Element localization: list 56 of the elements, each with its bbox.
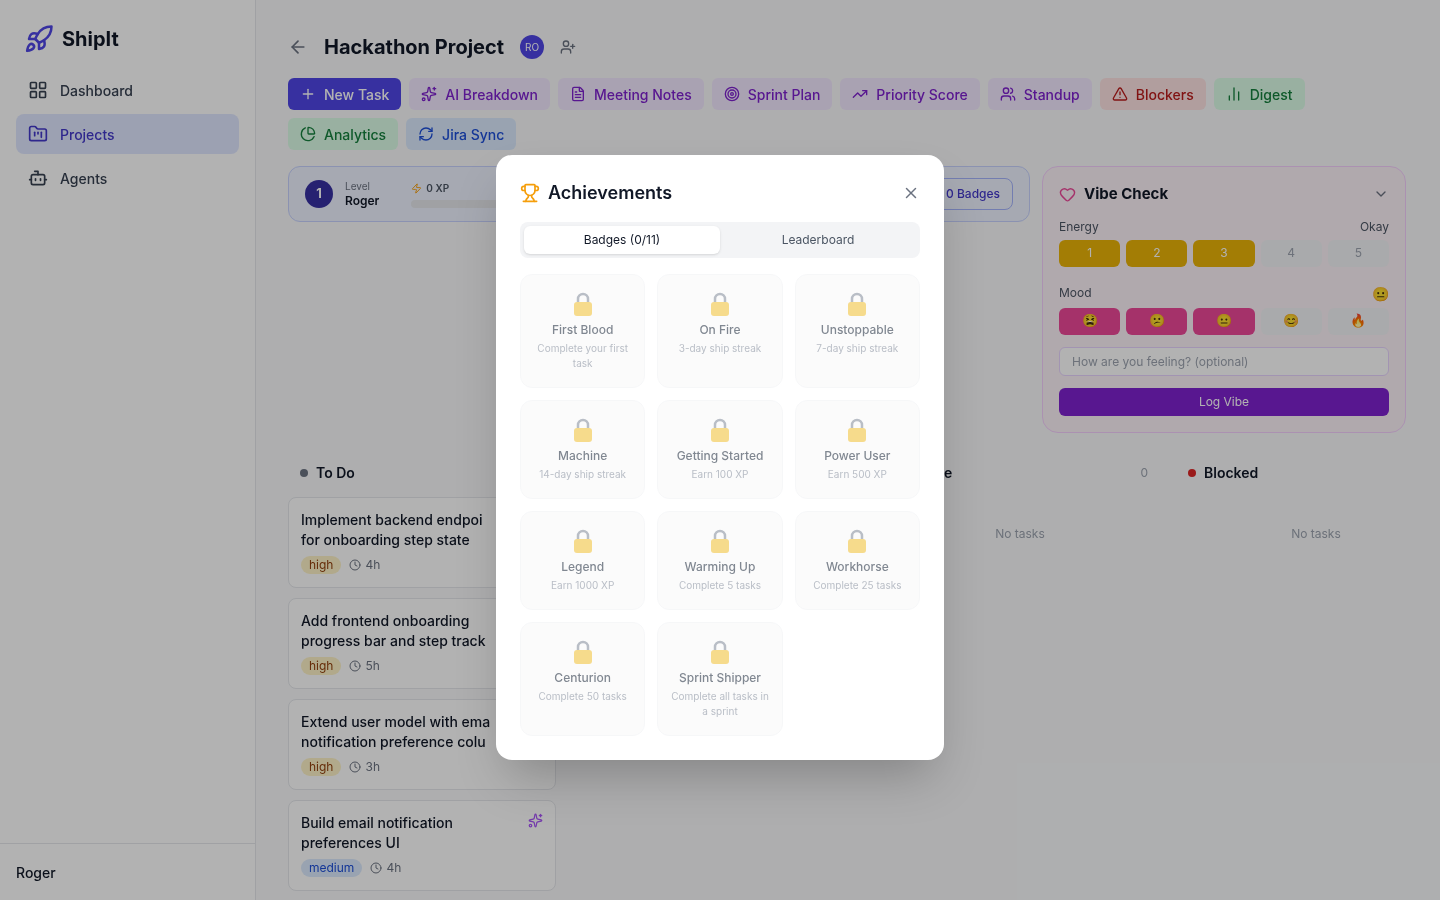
card-title: Vibe Check xyxy=(1084,183,1169,205)
empty-message: No tasks xyxy=(994,524,1046,543)
priority-tag: high xyxy=(301,555,342,574)
badge-name: Legend xyxy=(561,558,605,576)
estimate: 5h xyxy=(365,656,380,675)
badge-name: Power User xyxy=(824,447,891,465)
priority-tag: medium xyxy=(301,858,363,877)
badge-description: Complete your first task xyxy=(536,341,629,371)
badge-description: Complete 5 tasks xyxy=(678,578,762,593)
badge-name: Warming Up xyxy=(684,558,756,576)
mood-reading: 😐 xyxy=(1372,283,1389,304)
column-title: e xyxy=(944,463,953,483)
badge-name: Sprint Shipper xyxy=(679,669,761,687)
priority-tag: high xyxy=(301,656,342,675)
energy-reading: Okay xyxy=(1359,217,1389,236)
badge-description: 14-day ship streak xyxy=(539,467,627,482)
user-avatar: RO xyxy=(520,35,545,59)
badge-description: Earn 100 XP xyxy=(691,467,749,482)
empty-message: No tasks xyxy=(1290,524,1342,543)
page-title: Hackathon Project xyxy=(324,34,505,61)
energy-label: Energy xyxy=(1059,217,1099,236)
app-logo: ShipIt xyxy=(62,26,119,53)
column-title: To Do xyxy=(316,463,355,483)
badge-name: Workhorse xyxy=(825,558,889,576)
task-title: Build email notification xyxy=(301,812,453,833)
badge-name: Unstoppable xyxy=(820,321,894,339)
level-user-name: Roger xyxy=(345,192,380,208)
task-title: progress bar and step track xyxy=(301,630,486,651)
level-label: Level xyxy=(345,180,371,193)
task-title: Implement backend endpoi xyxy=(301,509,483,530)
badge-name: First Blood xyxy=(552,321,614,339)
task-title: Add frontend onboarding xyxy=(301,610,471,631)
dialog-title: Achievements xyxy=(548,181,673,205)
badge-name: Centurion xyxy=(554,669,611,687)
badge-name: Machine xyxy=(558,447,608,465)
priority-tag: high xyxy=(301,757,342,776)
badge-description: 7-day ship streak xyxy=(816,341,899,356)
level-badge: 1 xyxy=(305,180,333,208)
badge-name: On Fire xyxy=(699,321,741,339)
estimate: 3h xyxy=(365,757,380,776)
task-title: for onboarding step state xyxy=(301,529,471,550)
user-name: Roger xyxy=(16,864,56,881)
xp-value: 0 XP xyxy=(426,180,450,196)
mood-label: Mood xyxy=(1059,284,1092,302)
task-title: preferences UI xyxy=(301,832,401,853)
column-count: 0 xyxy=(1140,463,1148,482)
badge-description: Complete all tasks in a sprint xyxy=(670,689,770,719)
task-title: Extend user model with ema xyxy=(301,711,491,732)
badge-description: 3-day ship streak xyxy=(678,341,762,356)
badge-description: Complete 25 tasks xyxy=(813,578,902,593)
badge-description: Earn 500 XP xyxy=(827,467,887,482)
badge-name: Getting Started xyxy=(676,447,764,465)
estimate: 4h xyxy=(365,555,381,574)
task-title: notification preference colu xyxy=(301,731,487,752)
column-title: Blocked xyxy=(1204,463,1259,483)
estimate: 4h xyxy=(386,858,402,877)
